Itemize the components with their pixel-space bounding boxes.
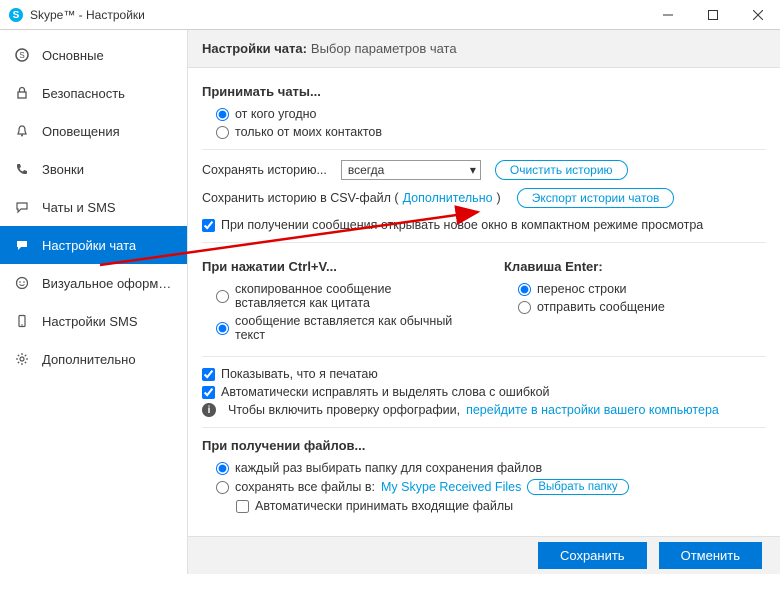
- ctrlv-section-title: При нажатии Ctrl+V...: [202, 259, 464, 274]
- content-scroll[interactable]: Принимать чаты... от кого угодно только …: [188, 68, 780, 536]
- chat-icon: [14, 199, 30, 215]
- sidebar-item-label: Настройки чата: [42, 238, 136, 253]
- mobile-icon: [14, 313, 30, 329]
- chevron-down-icon: ▾: [470, 163, 476, 177]
- lock-icon: [14, 85, 30, 101]
- radio-enter-newline[interactable]: перенос строки: [518, 282, 627, 296]
- svg-text:S: S: [19, 51, 24, 60]
- csv-more-link[interactable]: Дополнительно: [403, 191, 493, 205]
- minimize-button[interactable]: [645, 0, 690, 30]
- sidebar-item-chat-settings[interactable]: Настройки чата: [0, 226, 187, 264]
- sidebar-item-label: Звонки: [42, 162, 84, 177]
- sidebar-item-sms-settings[interactable]: Настройки SMS: [0, 302, 187, 340]
- sidebar-item-label: Чаты и SMS: [42, 200, 116, 215]
- emoji-icon: [14, 275, 30, 291]
- choose-folder-button[interactable]: Выбрать папку: [527, 479, 628, 495]
- checkbox-auto-accept-files[interactable]: Автоматически принимать входящие файлы: [236, 499, 513, 513]
- sidebar-item-label: Дополнительно: [42, 352, 136, 367]
- checkbox-show-typing[interactable]: Показывать, что я печатаю: [202, 367, 378, 381]
- sidebar-item-label: Визуальное оформле...: [42, 276, 173, 291]
- sidebar-item-label: Оповещения: [42, 124, 120, 139]
- bell-icon: [14, 123, 30, 139]
- svg-text:S: S: [13, 10, 20, 21]
- cancel-button[interactable]: Отменить: [659, 542, 762, 569]
- header-subtitle: Выбор параметров чата: [311, 41, 457, 56]
- radio-files-choose-each[interactable]: каждый раз выбирать папку для сохранения…: [216, 461, 542, 475]
- history-select[interactable]: всегда▾: [341, 160, 481, 180]
- main-panel: Настройки чата: Выбор параметров чата Пр…: [188, 30, 780, 574]
- export-history-button[interactable]: Экспорт истории чатов: [517, 188, 675, 208]
- sidebar-item-calls[interactable]: Звонки: [0, 150, 187, 188]
- radio-files-save-all[interactable]: сохранять все файлы в:: [216, 480, 375, 494]
- keep-history-label: Сохранять историю...: [202, 163, 327, 177]
- titlebar: S Skype™ - Настройки: [0, 0, 780, 30]
- files-section-title: При получении файлов...: [202, 438, 766, 453]
- save-button[interactable]: Сохранить: [538, 542, 647, 569]
- sidebar-item-label: Настройки SMS: [42, 314, 138, 329]
- maximize-button[interactable]: [690, 0, 735, 30]
- radio-enter-send[interactable]: отправить сообщение: [518, 300, 665, 314]
- window-title: Skype™ - Настройки: [30, 8, 145, 22]
- info-icon: i: [202, 403, 216, 417]
- enter-section-title: Клавиша Enter:: [504, 259, 766, 274]
- sidebar-item-advanced[interactable]: Дополнительно: [0, 340, 187, 378]
- sidebar-item-security[interactable]: Безопасность: [0, 74, 187, 112]
- phone-icon: [14, 161, 30, 177]
- sidebar: S Основные Безопасность Оповещения Звонк…: [0, 30, 188, 574]
- sidebar-item-notifications[interactable]: Оповещения: [0, 112, 187, 150]
- checkbox-autocorrect[interactable]: Автоматически исправлять и выделять слов…: [202, 385, 550, 399]
- gear-icon: [14, 351, 30, 367]
- radio-paste-plain[interactable]: сообщение вставляется как обычный текст: [216, 314, 464, 342]
- chat-filled-icon: [14, 237, 30, 253]
- accept-section-title: Принимать чаты...: [202, 84, 766, 99]
- skype-icon: S: [8, 7, 24, 23]
- clear-history-button[interactable]: Очистить историю: [495, 160, 628, 180]
- sidebar-item-chat-sms[interactable]: Чаты и SMS: [0, 188, 187, 226]
- received-folder-link[interactable]: My Skype Received Files: [381, 480, 521, 494]
- footer: Сохранить Отменить: [188, 536, 780, 574]
- sidebar-item-label: Безопасность: [42, 86, 125, 101]
- close-button[interactable]: [735, 0, 780, 30]
- radio-paste-quote[interactable]: скопированное сообщение вставляется как …: [216, 282, 464, 310]
- sidebar-item-visual[interactable]: Визуальное оформле...: [0, 264, 187, 302]
- radio-accept-anyone[interactable]: от кого угодно: [216, 107, 317, 121]
- skype-outline-icon: S: [14, 47, 30, 63]
- sidebar-item-general[interactable]: S Основные: [0, 36, 187, 74]
- spell-settings-link[interactable]: перейдите в настройки вашего компьютера: [466, 403, 719, 417]
- csv-label: Сохранить историю в CSV-файл (: [202, 191, 399, 205]
- radio-accept-contacts[interactable]: только от моих контактов: [216, 125, 382, 139]
- sidebar-item-label: Основные: [42, 48, 104, 63]
- spell-info-text: Чтобы включить проверку орфографии,: [228, 403, 460, 417]
- checkbox-compact-window[interactable]: При получении сообщения открывать новое …: [202, 218, 703, 232]
- main-header: Настройки чата: Выбор параметров чата: [188, 30, 780, 68]
- header-bold: Настройки чата:: [202, 41, 307, 56]
